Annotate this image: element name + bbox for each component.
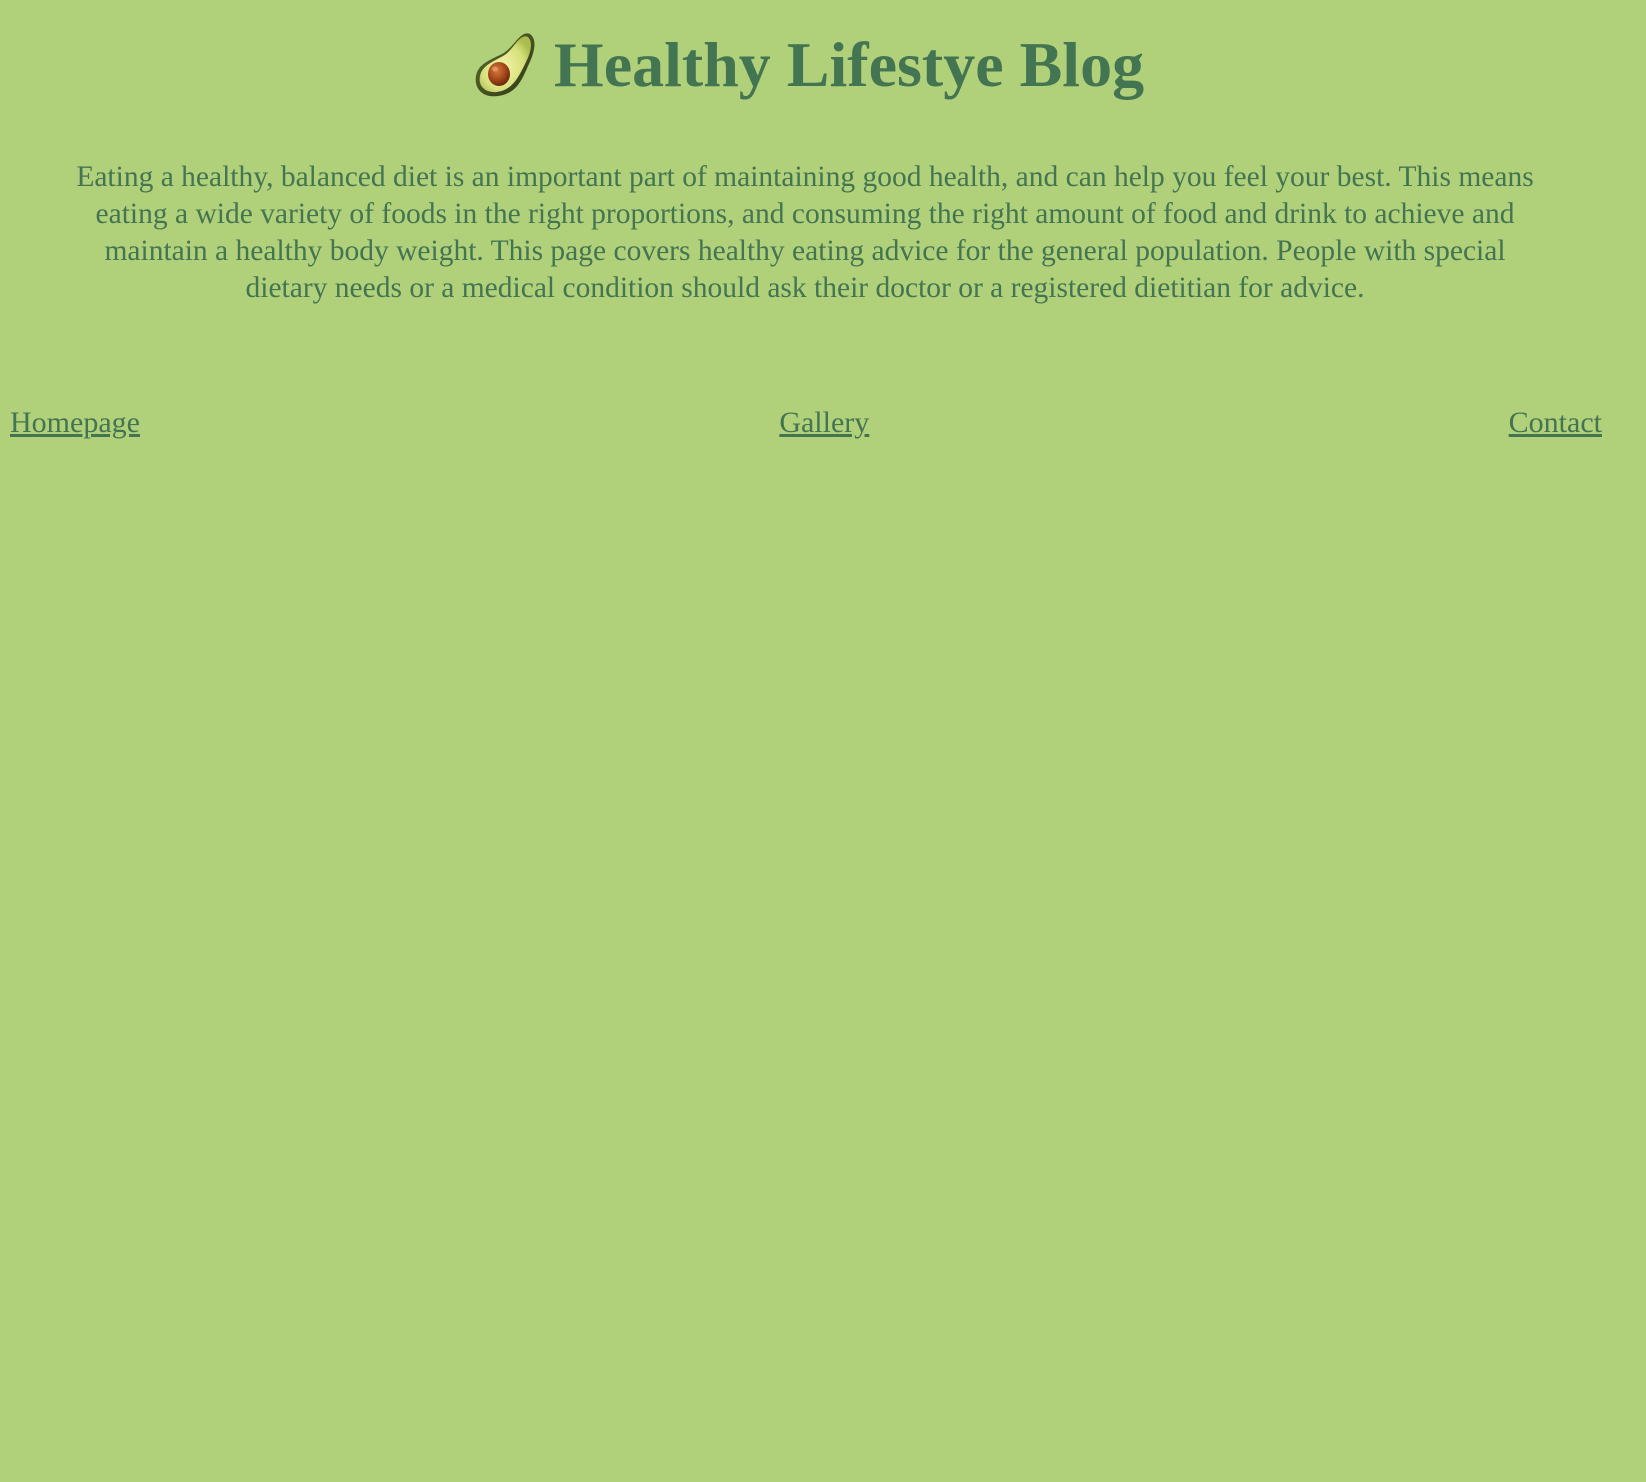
intro-paragraph: Eating a healthy, balanced diet is an im… <box>76 161 1534 304</box>
page-header: Healthy Lifestye Blog <box>0 30 1646 100</box>
page-title: Healthy Lifestye Blog <box>553 29 1145 100</box>
avocado-icon <box>472 30 538 100</box>
nav-link-homepage[interactable]: Homepage <box>10 403 140 443</box>
main-nav: Homepage Gallery Contact <box>10 403 1602 443</box>
nav-link-contact[interactable]: Contact <box>1509 403 1602 443</box>
nav-link-gallery[interactable]: Gallery <box>779 403 869 443</box>
